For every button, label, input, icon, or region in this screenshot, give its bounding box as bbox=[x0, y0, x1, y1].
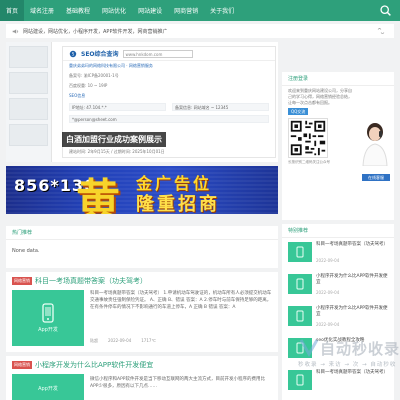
widget-title: 注册登录 bbox=[282, 72, 394, 86]
recommend-title[interactable]: 小程序开发为什么比APP软件开发便宜 bbox=[316, 306, 388, 318]
article-card: 网络营销 小程序开发为什么比APP软件开发便宜 App开发 微信小程序和APP软… bbox=[6, 356, 278, 400]
ad-banner[interactable]: 856*130 黄 金广告位 隆重招商 bbox=[6, 166, 278, 214]
announcement-bar: 网站建设，网站优化，小程序开发，APP软件开发，网商营销推广 bbox=[6, 24, 394, 38]
phone-icon bbox=[296, 342, 304, 354]
announcement-text[interactable]: 网站建设，网站优化，小程序开发，APP软件开发，网商营销推广 bbox=[23, 28, 167, 35]
recommend-title[interactable]: 小程序开发为什么比APP软件开发便宜 bbox=[316, 274, 388, 286]
hot-section: 热门推荐 None data. bbox=[6, 226, 278, 268]
phone-icon bbox=[296, 246, 304, 258]
phone-icon bbox=[296, 310, 304, 322]
nav-item-tutorial[interactable]: 基础教程 bbox=[60, 0, 96, 21]
seo-logo-icon: S bbox=[69, 50, 77, 57]
recommend-thumbnail[interactable] bbox=[288, 370, 312, 390]
qq-button[interactable]: QQ交流 bbox=[288, 108, 309, 115]
support-avatar-icon bbox=[362, 123, 388, 166]
nav-item-marketing[interactable]: 网商营销 bbox=[168, 0, 204, 21]
hot-body: None data. bbox=[12, 248, 40, 254]
article-title[interactable]: 科目一考场真题带答案（功夫驾考） bbox=[35, 276, 147, 286]
article-title[interactable]: 小程序开发为什么比APP软件开发便宜 bbox=[35, 360, 153, 370]
seo-line: SEO信息 bbox=[69, 93, 86, 98]
online-support-label[interactable]: 在线客服 bbox=[362, 174, 390, 181]
recommend-title[interactable]: 科目一考场真题带答案（功夫驾考） bbox=[316, 370, 388, 376]
recommend-item[interactable]: seo优化实战教程全攻略 bbox=[288, 338, 388, 366]
speaker-icon bbox=[12, 28, 19, 34]
category-tag[interactable]: 网络营销 bbox=[12, 277, 32, 285]
subscribe-widget: 注册登录 欢迎来到重庆网站建设公司，分享自己的学习心得，网络营销经验总结，让每一… bbox=[282, 72, 394, 220]
recommend-title[interactable]: 科目一考场真题带答案（功夫驾考） bbox=[316, 242, 388, 248]
seo-line: 备案号: 渝ICP备20001-1号 bbox=[69, 73, 119, 78]
top-navbar: 首页 域名注册 基础教程 网站优化 网站建设 网商营销 关于我们 bbox=[0, 0, 400, 21]
nav-item-domain[interactable]: 域名注册 bbox=[24, 0, 60, 21]
hot-title: 热门推荐 bbox=[6, 226, 278, 240]
seo-cell: IP地址: 47.104.*.* bbox=[69, 103, 166, 111]
article-excerpt: 微信小程序和APP软件开发是当下移动互联网的两大主流方式，目前开发小程序的费用比… bbox=[90, 377, 266, 389]
seo-line: 建站时间: 2年9月15天 / 过期时间: 2025年10月01日 bbox=[69, 149, 165, 154]
phone-icon bbox=[296, 374, 304, 386]
recommend-title[interactable]: seo优化实战教程全攻略 bbox=[316, 338, 388, 344]
category-tag[interactable]: 网络营销 bbox=[12, 361, 32, 369]
article-thumbnail[interactable]: App开发 bbox=[12, 374, 84, 400]
author-label: 陆超 bbox=[90, 338, 98, 343]
recommend-item[interactable]: 科目一考场真题带答案（功夫驾考） 2022-09-04 bbox=[288, 242, 388, 270]
recommend-date: 2022-09-04 bbox=[316, 258, 340, 263]
recommend-item[interactable]: 小程序开发为什么比APP软件开发便宜 2022-09-04 bbox=[288, 274, 388, 302]
article-meta: 陆超 2022-09-04 1717℃ bbox=[90, 338, 156, 344]
recommend-date: 2022-09-04 bbox=[316, 290, 340, 295]
nav-item-home[interactable]: 首页 bbox=[0, 0, 25, 21]
recommend-widget: 特别推荐 科目一考场真题带答案（功夫驾考） 2022-09-04 小程序开发为什… bbox=[282, 224, 394, 400]
seo-cell: *@person@sheet.com bbox=[69, 115, 269, 123]
slider-thumbnails bbox=[6, 42, 52, 162]
search-icon[interactable] bbox=[379, 4, 392, 17]
views-label: 1717℃ bbox=[141, 338, 156, 343]
seo-line: 百度权重: 10 ~ 19IP bbox=[69, 83, 108, 88]
recommend-thumbnail[interactable] bbox=[288, 242, 312, 262]
slider-thumbnail[interactable] bbox=[9, 46, 48, 68]
slider-thumbnail[interactable] bbox=[9, 98, 48, 120]
recommend-thumbnail[interactable] bbox=[288, 274, 312, 294]
qr-caption: 长按识别二维码关注公众号 bbox=[288, 160, 330, 164]
slider-thumbnail[interactable] bbox=[9, 124, 48, 146]
seo-url-field: www.hnkdom.com bbox=[122, 49, 193, 58]
thumbnail-label: App开发 bbox=[38, 327, 58, 333]
recommend-date: 2022-09-04 bbox=[316, 322, 340, 327]
thumbnail-label: App开发 bbox=[38, 386, 58, 392]
nav-item-seo[interactable]: 网站优化 bbox=[96, 0, 132, 21]
recommend-thumbnail[interactable] bbox=[288, 338, 312, 358]
recommend-item[interactable]: 小程序开发为什么比APP软件开发便宜 2022-09-04 bbox=[288, 306, 388, 334]
date-label: 2022-09-04 bbox=[108, 338, 132, 343]
recommend-thumbnail[interactable] bbox=[288, 306, 312, 326]
banner-line2: 隆重招商 bbox=[136, 194, 220, 214]
phone-icon bbox=[42, 303, 54, 323]
qr-code-icon bbox=[288, 118, 328, 158]
ticker-arrows-icon[interactable] bbox=[376, 28, 386, 34]
article-thumbnail[interactable]: App开发 bbox=[12, 290, 84, 346]
article-card: 网络营销 科目一考场真题带答案（功夫驾考） App开发 科目一考场真题带答案（功… bbox=[6, 272, 278, 352]
seo-cell: 备案信息: 网站域名 ~ 12345 bbox=[172, 103, 269, 111]
slider-thumbnail[interactable] bbox=[9, 72, 48, 94]
banner-big-char: 黄 bbox=[76, 175, 120, 214]
article-excerpt: 科目一考场真题带答案（功夫驾考） 1.申请机动车驾驶证的，机动车所有人必须提交机… bbox=[90, 291, 272, 310]
phone-icon bbox=[296, 278, 304, 290]
nav-item-build[interactable]: 网站建设 bbox=[132, 0, 168, 21]
widget-text: 欢迎来到重庆网站建设公司，分享自己的学习心得，网络营销经验总结，让每一次点击都有… bbox=[288, 88, 352, 105]
widget-title: 特别推荐 bbox=[282, 224, 394, 238]
nav-item-about[interactable]: 关于我们 bbox=[204, 0, 240, 21]
seo-site-line: 重庆弟弟玛的网络科技有限公司 · 网络营销服务 bbox=[69, 63, 153, 68]
slide-caption[interactable]: 白酒加盟行业成功案例展示 bbox=[62, 132, 166, 147]
recommend-item[interactable]: 科目一考场真题带答案（功夫驾考） bbox=[288, 370, 388, 398]
seo-logo-text: SEO综合查询 bbox=[81, 51, 119, 58]
featured-slider[interactable]: S SEO综合查询 www.hnkdom.com 重庆弟弟玛的网络科技有限公司 … bbox=[6, 42, 278, 162]
